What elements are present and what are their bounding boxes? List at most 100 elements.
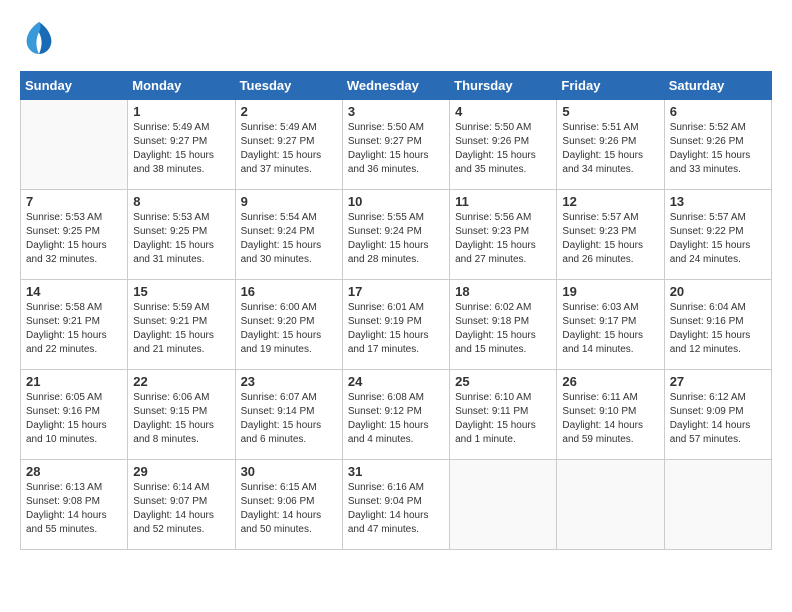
day-number: 5 (562, 104, 658, 119)
calendar-cell: 30 Sunrise: 6:15 AMSunset: 9:06 PMDayligh… (235, 460, 342, 550)
day-info: Sunrise: 5:56 AMSunset: 9:23 PMDaylight:… (455, 211, 551, 267)
day-number: 31 (348, 464, 444, 479)
calendar-week-row: 1 Sunrise: 5:49 AMSunset: 9:27 PMDaylight… (21, 100, 772, 190)
calendar-week-row: 21 Sunrise: 6:05 AMSunset: 9:16 PMDayligh… (21, 370, 772, 460)
calendar-cell: 8Sunrise: 5:53 AMSunset: 9:25 PMDaylight… (128, 190, 235, 280)
calendar-cell: 13 Sunrise: 5:57 AMSunset: 9:22 PMDayligh… (664, 190, 771, 280)
day-info: Sunrise: 6:10 AMSunset: 9:11 PMDaylight:… (455, 391, 551, 447)
calendar-table: SundayMondayTuesdayWednesdayThursdayFrid… (20, 71, 772, 550)
day-number: 4 (455, 104, 551, 119)
calendar-cell: 17 Sunrise: 6:01 AMSunset: 9:19 PMDayligh… (342, 280, 449, 370)
day-number: 22 (133, 374, 229, 389)
day-number: 19 (562, 284, 658, 299)
calendar-cell: 21 Sunrise: 6:05 AMSunset: 9:16 PMDayligh… (21, 370, 128, 460)
day-info: Sunrise: 6:03 AMSunset: 9:17 PMDaylight:… (562, 301, 658, 357)
calendar-cell: 2 Sunrise: 5:49 AMSunset: 9:27 PMDaylight… (235, 100, 342, 190)
day-info: Sunrise: 6:15 AMSunset: 9:06 PMDaylight:… (241, 481, 337, 537)
day-number: 14 (26, 284, 122, 299)
calendar-cell: 20 Sunrise: 6:04 AMSunset: 9:16 PMDayligh… (664, 280, 771, 370)
day-number: 25 (455, 374, 551, 389)
calendar-cell: 5Sunrise: 5:51 AMSunset: 9:26 PMDaylight… (557, 100, 664, 190)
day-number: 9 (241, 194, 337, 209)
day-number: 16 (241, 284, 337, 299)
calendar-cell: 26 Sunrise: 6:11 AMSunset: 9:10 PMDayligh… (557, 370, 664, 460)
logo-bird-icon (25, 20, 53, 61)
day-info: Sunrise: 6:08 AMSunset: 9:12 PMDaylight:… (348, 391, 444, 447)
day-number: 10 (348, 194, 444, 209)
calendar-cell: 16 Sunrise: 6:00 AMSunset: 9:20 PMDayligh… (235, 280, 342, 370)
calendar-cell: 25 Sunrise: 6:10 AMSunset: 9:11 PMDayligh… (450, 370, 557, 460)
calendar-cell: 4 Sunrise: 5:50 AMSunset: 9:26 PMDaylight… (450, 100, 557, 190)
calendar-cell: 7Sunrise: 5:53 AMSunset: 9:25 PMDaylight… (21, 190, 128, 280)
day-info: Sunrise: 6:13 AMSunset: 9:08 PMDaylight:… (26, 481, 122, 537)
calendar-cell: 1 Sunrise: 5:49 AMSunset: 9:27 PMDaylight… (128, 100, 235, 190)
day-info: Sunrise: 5:57 AMSunset: 9:22 PMDaylight:… (670, 211, 766, 267)
day-info: Sunrise: 5:59 AMSunset: 9:21 PMDaylight:… (133, 301, 229, 357)
calendar-cell: 18Sunrise: 6:02 AMSunset: 9:18 PMDayligh… (450, 280, 557, 370)
header-day-wednesday: Wednesday (342, 72, 449, 100)
day-number: 18 (455, 284, 551, 299)
day-number: 20 (670, 284, 766, 299)
calendar-cell: 29Sunrise: 6:14 AMSunset: 9:07 PMDayligh… (128, 460, 235, 550)
calendar-cell (664, 460, 771, 550)
day-info: Sunrise: 5:54 AMSunset: 9:24 PMDaylight:… (241, 211, 337, 267)
calendar-cell: 24 Sunrise: 6:08 AMSunset: 9:12 PMDayligh… (342, 370, 449, 460)
day-info: Sunrise: 6:16 AMSunset: 9:04 PMDaylight:… (348, 481, 444, 537)
day-info: Sunrise: 5:55 AMSunset: 9:24 PMDaylight:… (348, 211, 444, 267)
calendar-cell: 11 Sunrise: 5:56 AMSunset: 9:23 PMDayligh… (450, 190, 557, 280)
day-number: 17 (348, 284, 444, 299)
day-info: Sunrise: 5:49 AMSunset: 9:27 PMDaylight:… (133, 121, 229, 177)
calendar-cell: 12 Sunrise: 5:57 AMSunset: 9:23 PMDayligh… (557, 190, 664, 280)
day-number: 11 (455, 194, 551, 209)
calendar-cell: 22 Sunrise: 6:06 AMSunset: 9:15 PMDayligh… (128, 370, 235, 460)
day-number: 1 (133, 104, 229, 119)
header-day-monday: Monday (128, 72, 235, 100)
day-number: 12 (562, 194, 658, 209)
calendar-cell: 10 Sunrise: 5:55 AMSunset: 9:24 PMDayligh… (342, 190, 449, 280)
calendar-week-row: 28Sunrise: 6:13 AMSunset: 9:08 PMDayligh… (21, 460, 772, 550)
day-number: 6 (670, 104, 766, 119)
day-info: Sunrise: 6:06 AMSunset: 9:15 PMDaylight:… (133, 391, 229, 447)
calendar-cell: 19 Sunrise: 6:03 AMSunset: 9:17 PMDayligh… (557, 280, 664, 370)
calendar-cell: 23Sunrise: 6:07 AMSunset: 9:14 PMDayligh… (235, 370, 342, 460)
day-info: Sunrise: 6:14 AMSunset: 9:07 PMDaylight:… (133, 481, 229, 537)
calendar-cell: 27 Sunrise: 6:12 AMSunset: 9:09 PMDayligh… (664, 370, 771, 460)
day-number: 27 (670, 374, 766, 389)
calendar-cell: 9 Sunrise: 5:54 AMSunset: 9:24 PMDaylight… (235, 190, 342, 280)
day-number: 8 (133, 194, 229, 209)
day-info: Sunrise: 5:49 AMSunset: 9:27 PMDaylight:… (241, 121, 337, 177)
day-info: Sunrise: 6:00 AMSunset: 9:20 PMDaylight:… (241, 301, 337, 357)
calendar-week-row: 7Sunrise: 5:53 AMSunset: 9:25 PMDaylight… (21, 190, 772, 280)
day-info: Sunrise: 6:07 AMSunset: 9:14 PMDaylight:… (241, 391, 337, 447)
day-info: Sunrise: 6:11 AMSunset: 9:10 PMDaylight:… (562, 391, 658, 447)
calendar-week-row: 14 Sunrise: 5:58 AMSunset: 9:21 PMDayligh… (21, 280, 772, 370)
day-info: Sunrise: 6:01 AMSunset: 9:19 PMDaylight:… (348, 301, 444, 357)
calendar-cell: 15 Sunrise: 5:59 AMSunset: 9:21 PMDayligh… (128, 280, 235, 370)
day-number: 15 (133, 284, 229, 299)
calendar-cell (21, 100, 128, 190)
calendar-cell: 6 Sunrise: 5:52 AMSunset: 9:26 PMDaylight… (664, 100, 771, 190)
calendar-cell: 14 Sunrise: 5:58 AMSunset: 9:21 PMDayligh… (21, 280, 128, 370)
day-info: Sunrise: 6:12 AMSunset: 9:09 PMDaylight:… (670, 391, 766, 447)
day-info: Sunrise: 6:05 AMSunset: 9:16 PMDaylight:… (26, 391, 122, 447)
header-day-friday: Friday (557, 72, 664, 100)
calendar-cell: 28Sunrise: 6:13 AMSunset: 9:08 PMDayligh… (21, 460, 128, 550)
day-number: 13 (670, 194, 766, 209)
day-number: 3 (348, 104, 444, 119)
logo-icon (20, 20, 53, 61)
header-day-sunday: Sunday (21, 72, 128, 100)
day-info: Sunrise: 5:52 AMSunset: 9:26 PMDaylight:… (670, 121, 766, 177)
day-number: 26 (562, 374, 658, 389)
day-number: 24 (348, 374, 444, 389)
calendar-cell (450, 460, 557, 550)
day-info: Sunrise: 5:58 AMSunset: 9:21 PMDaylight:… (26, 301, 122, 357)
day-info: Sunrise: 5:57 AMSunset: 9:23 PMDaylight:… (562, 211, 658, 267)
header-day-thursday: Thursday (450, 72, 557, 100)
calendar-header-row: SundayMondayTuesdayWednesdayThursdayFrid… (21, 72, 772, 100)
day-info: Sunrise: 6:04 AMSunset: 9:16 PMDaylight:… (670, 301, 766, 357)
day-number: 21 (26, 374, 122, 389)
day-number: 2 (241, 104, 337, 119)
day-info: Sunrise: 5:50 AMSunset: 9:26 PMDaylight:… (455, 121, 551, 177)
day-number: 30 (241, 464, 337, 479)
page-header (20, 20, 772, 61)
